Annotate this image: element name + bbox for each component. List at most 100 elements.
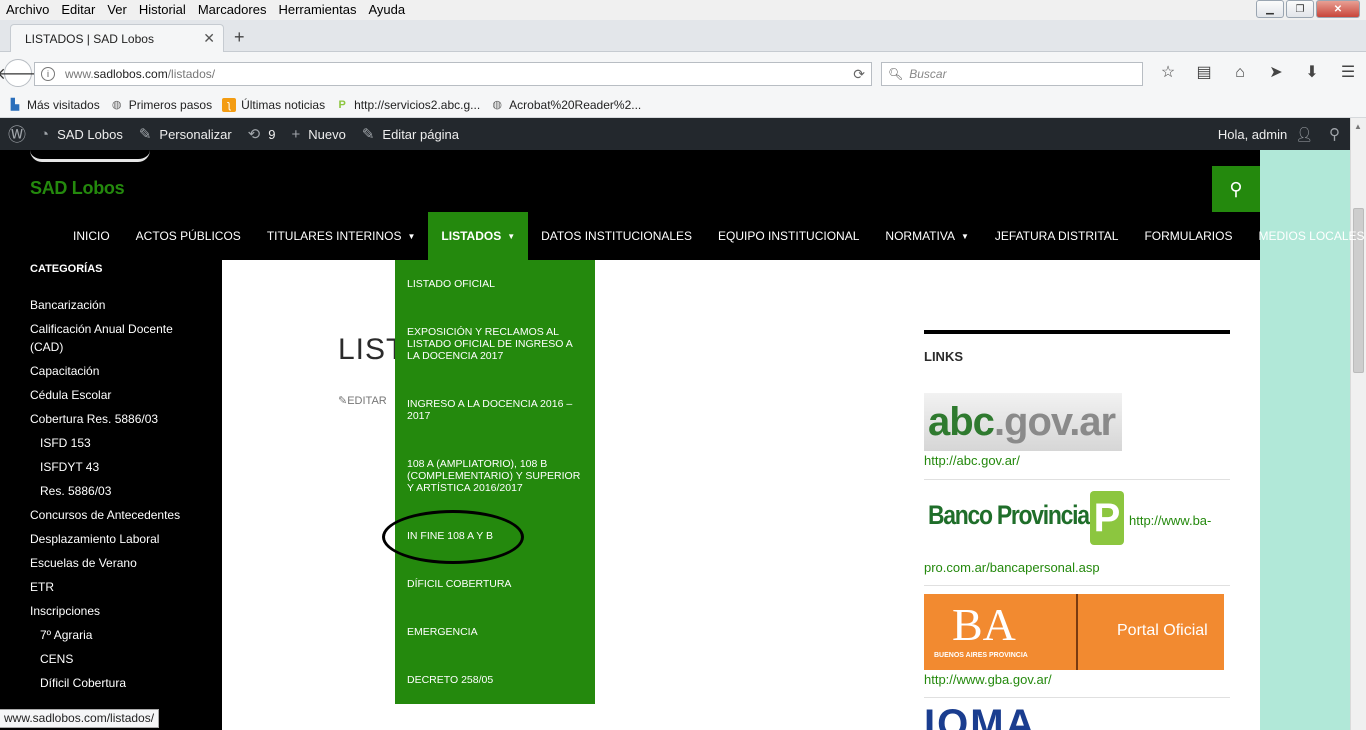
banco-link-part1[interactable]: http://www.ba-: [1129, 513, 1211, 528]
close-window-button[interactable]: ✕: [1316, 0, 1360, 18]
nav-listados[interactable]: LISTADOS ▼: [428, 212, 529, 260]
navigation-bar: 🡐 i www.sadlobos.com/listados/ ⟳ 🔍︎ Busc…: [0, 52, 1366, 92]
dropdown-item-decreto[interactable]: DECRETO 258/05: [407, 674, 587, 686]
dropdown-item-dificil-cobertura[interactable]: DÍFICIL COBERTURA: [407, 578, 587, 590]
category-subitem[interactable]: Díficil Cobertura: [30, 674, 200, 692]
reading-list-icon[interactable]: ▤: [1186, 62, 1222, 84]
abc-logo[interactable]: abc .gov.ar: [924, 393, 1122, 451]
bookmark-star-icon[interactable]: ☆: [1150, 62, 1186, 84]
banco-link-part2[interactable]: pro.com.ar/bancapersonal.asp: [924, 560, 1100, 575]
tab-listados[interactable]: LISTADOS | SAD Lobos ✕: [10, 24, 224, 52]
dropdown-item-emergencia[interactable]: EMERGENCIA: [407, 626, 587, 638]
bookmark-acrobat[interactable]: ◍ Acrobat%20Reader%2...: [490, 98, 641, 112]
banco-provincia-logo[interactable]: Banco Provincia: [928, 500, 1090, 531]
menu-historial[interactable]: Historial: [133, 0, 192, 20]
page-scrollbar[interactable]: ▲: [1350, 118, 1366, 730]
category-item[interactable]: Desplazamiento Laboral: [30, 530, 200, 548]
nav-formularios[interactable]: FORMULARIOS: [1131, 212, 1245, 260]
abc-link[interactable]: http://abc.gov.ar/: [924, 453, 1020, 468]
dropdown-item-exposicion-reclamos[interactable]: EXPOSICIÓN Y RECLAMOS AL LISTADO OFICIAL…: [407, 326, 587, 362]
listados-dropdown: LISTADO OFICIAL EXPOSICIÓN Y RECLAMOS AL…: [395, 260, 595, 704]
folder-icon: ▙: [10, 99, 20, 111]
hamburger-menu-icon[interactable]: ☰: [1330, 62, 1366, 84]
categories-heading: CATEGORÍAS: [30, 263, 103, 275]
bookmark-mas-visitados[interactable]: ▙ Más visitados: [8, 98, 100, 112]
menu-herramientas[interactable]: Herramientas: [272, 0, 362, 20]
ba-portal-logo[interactable]: BA BUENOS AIRES PROVINCIA Portal Oficial: [924, 594, 1224, 670]
gba-link[interactable]: http://www.gba.gov.ar/: [924, 672, 1052, 687]
send-icon[interactable]: ➤: [1258, 62, 1294, 84]
new-tab-icon[interactable]: +: [234, 27, 245, 48]
category-item[interactable]: Bancarización: [30, 296, 200, 314]
wp-admin-bar: Ⓦ ◔ SAD Lobos ✎ Personalizar ⟲ 9 + Nuevo ✎ Ed…: [0, 118, 1350, 150]
admin-edit-page[interactable]: ✎ Editar página: [362, 125, 459, 143]
dropdown-item-ingreso-docencia[interactable]: INGRESO A LA DOCENCIA 2016 – 2017: [407, 398, 587, 422]
category-subitem[interactable]: CENS: [30, 650, 200, 668]
reload-icon[interactable]: ⟳: [853, 66, 865, 83]
category-item[interactable]: Capacitación: [30, 362, 200, 380]
menu-marcadores[interactable]: Marcadores: [192, 0, 273, 20]
bookmark-servicios-abc[interactable]: Phttp://servicios2.abc.g...: [335, 98, 480, 112]
url-bar[interactable]: i www.sadlobos.com/listados/ ⟳: [34, 62, 872, 86]
category-subitem[interactable]: ISFD 153: [30, 434, 200, 452]
menu-ver[interactable]: Ver: [101, 0, 133, 20]
nav-equipo-institucional[interactable]: EQUIPO INSTITUCIONAL: [705, 212, 872, 260]
admin-greeting[interactable]: Hola, admin: [1218, 127, 1287, 142]
nav-medios-locales[interactable]: MEDIOS LOCALES: [1245, 212, 1366, 260]
category-item[interactable]: Cédula Escolar: [30, 386, 200, 404]
maximize-button[interactable]: ❐: [1286, 0, 1314, 18]
dropdown-item-108-a-b[interactable]: 108 A (AMPLIATORIO), 108 B (COMPLEMENTAR…: [407, 458, 587, 494]
link-divider: [924, 585, 1230, 586]
nav-jefatura-distrital[interactable]: JEFATURA DISTRITAL: [982, 212, 1132, 260]
category-subitem[interactable]: ISFDYT 43: [30, 458, 200, 476]
nav-normativa[interactable]: NORMATIVA ▼: [872, 212, 981, 260]
search-toggle-icon[interactable]: ⚲: [1212, 166, 1260, 212]
admin-search-icon[interactable]: ⚲: [1329, 125, 1340, 143]
bookmark-primeros-pasos[interactable]: ◍ Primeros pasos: [110, 98, 212, 112]
category-subitem[interactable]: Res. 5886/03: [30, 482, 200, 500]
category-item[interactable]: Concursos de Antecedentes: [30, 506, 200, 524]
link-divider: [924, 479, 1230, 480]
back-arrow-icon[interactable]: 🡐: [0, 59, 39, 87]
bookmark-ultimas-noticias[interactable]: ʅ Últimas noticias: [222, 97, 325, 112]
brush-icon: ✎: [138, 126, 152, 143]
user-avatar-icon[interactable]: 👤︎: [1295, 126, 1313, 143]
nav-inicio[interactable]: INICIO: [60, 212, 123, 260]
site-info-icon[interactable]: i: [41, 67, 55, 81]
category-item[interactable]: Calificación Anual Docente (CAD): [30, 320, 200, 356]
ioma-logo[interactable]: IOMA: [924, 708, 1124, 730]
search-input[interactable]: 🔍︎ Buscar: [881, 62, 1143, 86]
search-placeholder: Buscar: [909, 67, 947, 81]
scroll-up-icon[interactable]: ▲: [1354, 122, 1362, 131]
menu-ayuda[interactable]: Ayuda: [362, 0, 411, 20]
dropdown-item-listado-oficial[interactable]: LISTADO OFICIAL: [407, 278, 587, 290]
menu-editar[interactable]: Editar: [55, 0, 101, 20]
home-icon[interactable]: ⌂: [1222, 62, 1258, 84]
category-subitem[interactable]: 7º Agraria: [30, 626, 200, 644]
admin-customize[interactable]: ✎ Personalizar: [139, 125, 232, 143]
menu-archivo[interactable]: Archivo: [0, 0, 55, 20]
category-item[interactable]: Cobertura Res. 5886/03: [30, 410, 200, 428]
nav-actos-publicos[interactable]: ACTOS PÚBLICOS: [123, 212, 254, 260]
category-item[interactable]: Inscripciones: [30, 602, 200, 620]
download-icon[interactable]: ⬇: [1294, 62, 1330, 84]
nav-datos-institucionales[interactable]: DATOS INSTITUCIONALES: [528, 212, 705, 260]
link-divider: [924, 697, 1230, 698]
edit-link[interactable]: ✎EDITAR: [338, 394, 387, 407]
close-tab-icon[interactable]: ✕: [203, 30, 215, 47]
wordpress-logo-icon[interactable]: Ⓦ: [8, 121, 26, 147]
minimize-button[interactable]: ▁: [1256, 0, 1284, 18]
tab-strip: LISTADOS | SAD Lobos ✕ +: [0, 20, 1366, 52]
pencil-icon: ✎: [338, 395, 348, 407]
admin-new[interactable]: + Nuevo: [291, 126, 345, 143]
dashboard-icon: ◔: [40, 125, 50, 143]
admin-updates[interactable]: ⟲ 9: [248, 125, 276, 143]
caret-down-icon: ▼: [407, 231, 416, 241]
category-item[interactable]: Escuelas de Verano: [30, 554, 200, 572]
admin-site-name[interactable]: ◔ SAD Lobos: [40, 126, 123, 143]
category-item[interactable]: ETR: [30, 578, 200, 596]
site-title[interactable]: SAD Lobos: [30, 178, 125, 199]
banco-provincia-p-logo[interactable]: P: [1090, 491, 1124, 545]
nav-titulares-interinos[interactable]: TITULARES INTERINOS ▼: [254, 212, 429, 260]
globe-icon: ◍: [492, 99, 502, 111]
